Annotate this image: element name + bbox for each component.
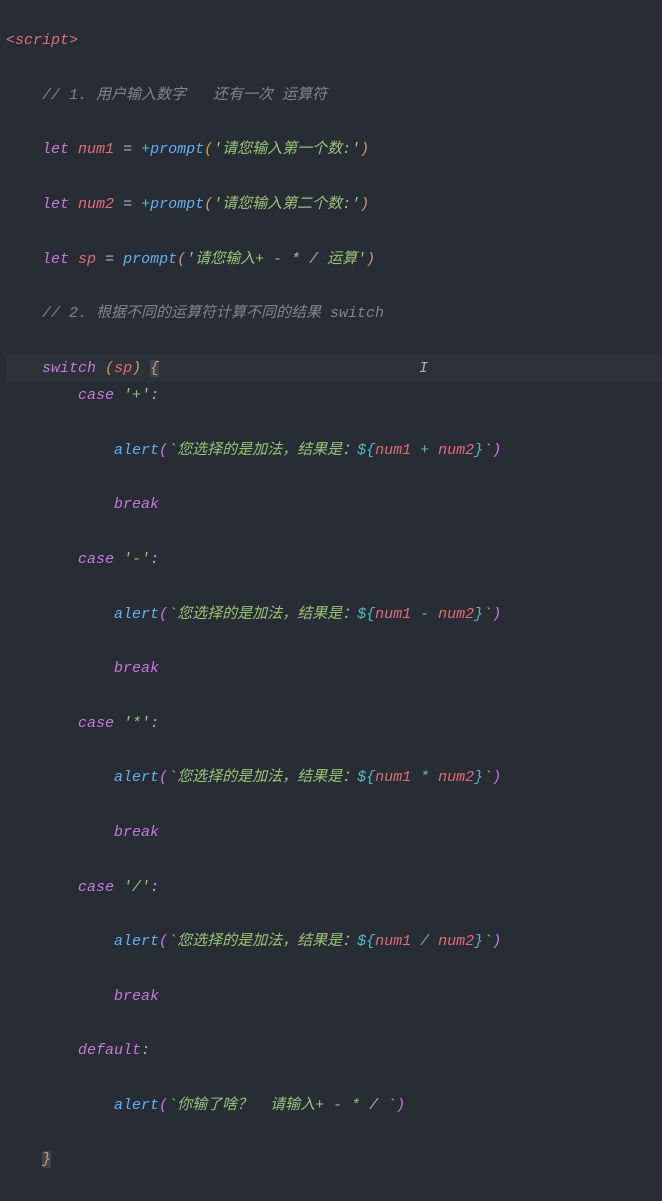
code-line-12: alert(`您选择的是加法，结果是：${num1 - num2}`): [6, 601, 662, 628]
code-line-21: alert(`你输了啥？ 请输入+ - * / `): [6, 1092, 662, 1119]
code-line-6: // 2. 根据不同的运算符计算不同的结果 switch: [6, 300, 662, 327]
code-line-3: let num1 = +prompt('请您输入第一个数:'): [6, 136, 662, 163]
code-line-2: // 1. 用户输入数字 还有一次 运算符: [6, 82, 662, 109]
code-line-7-active: switch (sp) {I: [6, 355, 662, 382]
code-line-10: break: [6, 491, 662, 518]
code-line-4: let num2 = +prompt('请您输入第二个数:'): [6, 191, 662, 218]
code-line-14: case '*':: [6, 710, 662, 737]
code-line-19: break: [6, 983, 662, 1010]
text-cursor-icon: I: [419, 360, 428, 377]
comment: // 1. 用户输入数字 还有一次 运算符: [42, 87, 327, 104]
code-line-1: <script>: [6, 27, 662, 54]
comment: // 2. 根据不同的运算符计算不同的结果 switch: [42, 305, 384, 322]
code-line-16: break: [6, 819, 662, 846]
code-line-18: alert(`您选择的是加法，结果是：${num1 / num2}`): [6, 928, 662, 955]
code-line-5: let sp = prompt('请您输入+ - * / 运算'): [6, 246, 662, 273]
code-line-8: case '+':: [6, 382, 662, 409]
code-line-13: break: [6, 655, 662, 682]
code-line-9: alert(`您选择的是加法，结果是：${num1 + num2}`): [6, 437, 662, 464]
code-line-20: default:: [6, 1037, 662, 1064]
tag-open: <script>: [6, 32, 78, 49]
code-editor[interactable]: <script> // 1. 用户输入数字 还有一次 运算符 let num1 …: [0, 0, 662, 1201]
code-line-22: }: [6, 1146, 662, 1173]
code-line-17: case '/':: [6, 874, 662, 901]
code-line-11: case '-':: [6, 546, 662, 573]
code-line-15: alert(`您选择的是加法，结果是：${num1 * num2}`): [6, 764, 662, 791]
